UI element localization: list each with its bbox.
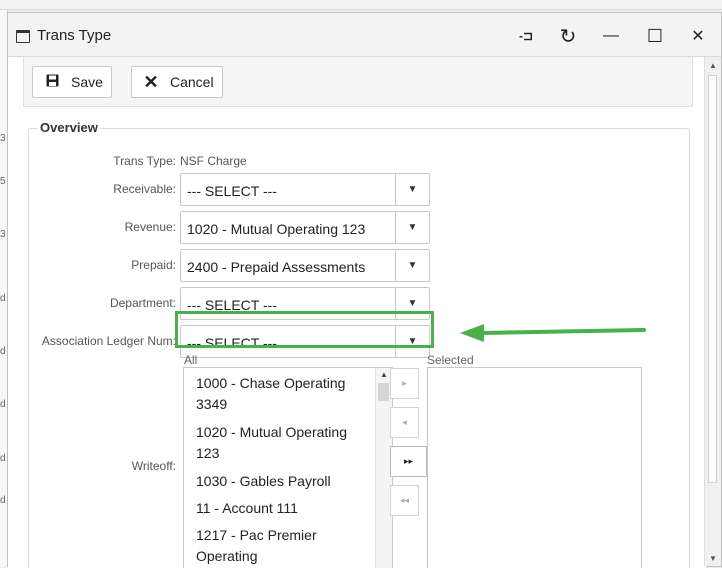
dialog-titlebar[interactable]: Trans Type -⊐ ↻ — ☐ ✕ [8, 13, 721, 57]
peek-text: 3 [0, 133, 6, 144]
peek-text: d [0, 453, 6, 464]
maximize-icon[interactable]: ☐ [642, 23, 668, 49]
scroll-down-icon[interactable]: ▼ [709, 554, 717, 563]
cancel-button[interactable]: ✕ Cancel [131, 66, 223, 98]
trans-type-dialog: Trans Type -⊐ ↻ — ☐ ✕ Save ✕ Cancel Over… [7, 12, 722, 568]
cancel-label: Cancel [170, 74, 214, 90]
close-icon[interactable]: ✕ [685, 23, 711, 49]
move-all-right-button[interactable]: ▸▸ [390, 446, 427, 477]
list-item[interactable]: 1000 - Chase Operating 3349 [196, 373, 361, 415]
prepaid-label: Prepaid: [131, 258, 176, 272]
revenue-select[interactable]: 1020 - Mutual Operating 123 ▼ [180, 211, 430, 244]
scroll-thumb[interactable] [378, 383, 389, 401]
receivable-select[interactable]: --- SELECT --- ▼ [180, 173, 430, 206]
list-item[interactable]: 1020 - Mutual Operating 123 [196, 422, 361, 464]
move-all-left-button[interactable]: ◂◂ [390, 485, 419, 516]
receivable-label: Receivable: [113, 182, 176, 196]
chevron-down-icon[interactable]: ▼ [395, 174, 429, 205]
dialog-scrollbar[interactable]: ▲ ▼ [704, 57, 721, 566]
revenue-label: Revenue: [124, 220, 176, 234]
writeoff-label: Writeoff: [131, 459, 176, 473]
scroll-up-icon[interactable]: ▲ [380, 370, 388, 379]
minimize-icon[interactable]: — [598, 23, 624, 49]
peek-text: d [0, 346, 6, 357]
trans-type-label: Trans Type: [113, 154, 176, 168]
prepaid-value: 2400 - Prepaid Assessments [187, 259, 366, 275]
save-icon [43, 74, 61, 90]
all-list-label: All [184, 353, 198, 367]
peek-text: 3 [0, 229, 6, 240]
save-label: Save [71, 74, 103, 90]
selected-list-label: Selected [427, 353, 474, 367]
chevron-down-icon[interactable]: ▼ [395, 212, 429, 243]
list-item[interactable]: 11 - Account 111 [196, 498, 361, 519]
cancel-icon: ✕ [143, 71, 159, 92]
window-icon [16, 30, 30, 43]
peek-text: d [0, 293, 6, 304]
highlight-box [175, 311, 434, 348]
scroll-thumb[interactable] [708, 75, 717, 483]
scroll-up-icon[interactable]: ▲ [709, 61, 717, 70]
action-toolbar: Save ✕ Cancel [23, 57, 693, 107]
overview-legend: Overview [38, 120, 100, 135]
prepaid-select[interactable]: 2400 - Prepaid Assessments ▼ [180, 249, 430, 282]
pointer-arrow-icon [460, 324, 646, 342]
peek-text: d [0, 399, 6, 410]
writeoff-selected-list[interactable] [427, 367, 642, 568]
peek-text: 5 [0, 176, 6, 187]
refresh-icon[interactable]: ↻ [555, 23, 581, 49]
receivable-value: --- SELECT --- [187, 183, 277, 199]
move-left-button[interactable]: ◂ [390, 407, 419, 438]
pin-icon[interactable]: -⊐ [513, 23, 539, 49]
department-label: Department: [109, 296, 176, 310]
save-button[interactable]: Save [32, 66, 112, 98]
dialog-title: Trans Type [37, 27, 112, 44]
revenue-value: 1020 - Mutual Operating 123 [187, 221, 366, 237]
chevron-down-icon[interactable]: ▼ [395, 250, 429, 281]
move-right-button[interactable]: ▸ [390, 368, 419, 399]
trans-type-value: NSF Charge [180, 154, 247, 168]
dialog-content: Save ✕ Cancel Overview Trans Type: NSF C… [8, 57, 706, 568]
list-item[interactable]: 1217 - Pac Premier Operating [196, 525, 361, 567]
writeoff-all-list[interactable]: 1000 - Chase Operating 3349 1020 - Mutua… [183, 367, 393, 568]
list-item[interactable]: 1030 - Gables Payroll [196, 471, 361, 492]
peek-text: d [0, 495, 6, 506]
association-ledger-label: Association Ledger Num: [41, 334, 176, 348]
background-window-header [0, 0, 722, 10]
